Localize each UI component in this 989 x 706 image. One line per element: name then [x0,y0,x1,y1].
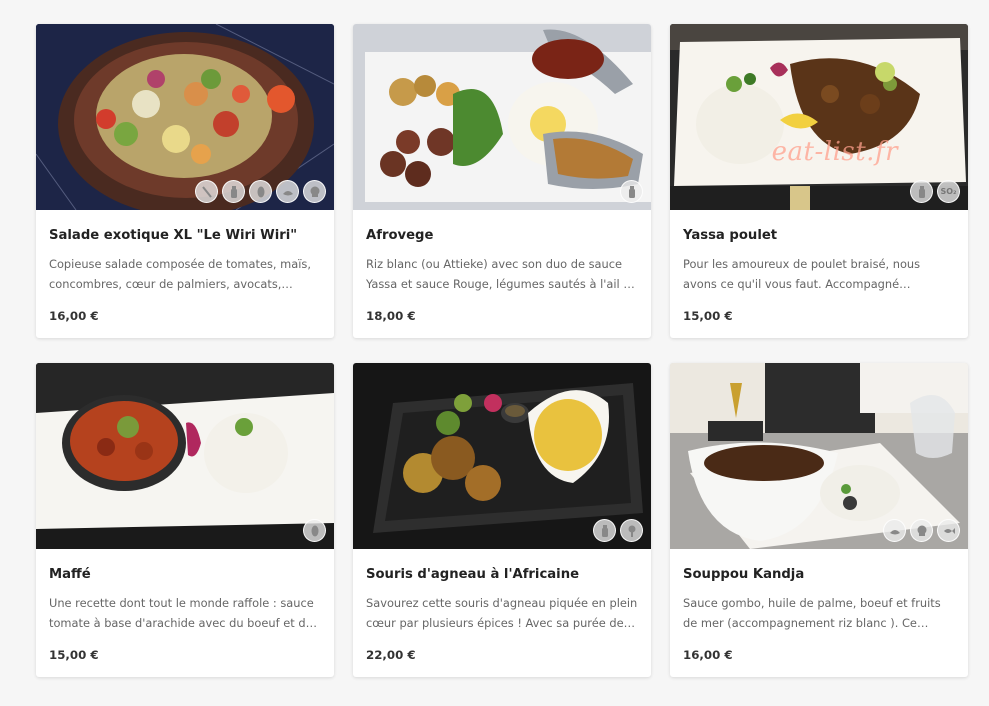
dish-title: Afrovege [366,228,434,243]
fish-icon [937,519,960,542]
bottle-icon [910,180,933,203]
dish-title: Souris d'agneau à l'Africaine [366,567,580,582]
bottle-icon [620,180,643,203]
dish-price: 15,00 € [683,309,733,323]
bottle-icon [593,519,616,542]
dish-price: 16,00 € [49,309,99,323]
so2-icon: SO₂ [937,180,960,203]
allergen-badges [303,519,326,542]
cutlery-icon [195,180,218,203]
dish-title: Yassa poulet [683,228,778,243]
dish-photo [670,363,968,549]
allergen-badges [883,519,960,542]
dish-description: Copieuse salade composée de tomates, maï… [49,257,311,291]
dish-description: Savourez cette souris d'agneau piquée en… [366,596,638,630]
dish-price: 22,00 € [366,648,416,662]
allergen-badges: SO₂ [910,180,960,203]
allergen-badges [195,180,326,203]
dish-card-yassa[interactable]: eat-list.fr SO₂ Yassa poulet Pour les am… [670,24,968,338]
shellfish-icon [276,180,299,203]
chef-hat-icon [303,180,326,203]
peanut-icon [249,180,272,203]
dish-photo [36,363,334,549]
dish-price: 16,00 € [683,648,733,662]
celery-icon [620,519,643,542]
dish-description: Riz blanc (ou Attieke) avec son duo de s… [366,257,635,291]
dish-title: Souppou Kandja [683,567,805,582]
dish-description: Une recette dont tout le monde raffole :… [49,596,319,630]
dish-card-maffe[interactable]: Maffé Une recette dont tout le monde raf… [36,363,334,677]
watermark: eat-list.fr [771,137,898,167]
peanut-icon [303,519,326,542]
dish-photo: eat-list.fr SO₂ [670,24,968,210]
dish-card-souppou-kandja[interactable]: Souppou Kandja Sauce gombo, huile de pal… [670,363,968,677]
bottle-icon [222,180,245,203]
shellfish-icon [883,519,906,542]
dish-price: 18,00 € [366,309,416,323]
allergen-badges [593,519,643,542]
dish-description: Pour les amoureux de poulet braisé, nous… [683,257,921,291]
dish-card-souris-agneau[interactable]: Souris d'agneau à l'Africaine Savourez c… [353,363,651,677]
dish-price: 15,00 € [49,648,99,662]
so2-label: SO₂ [940,187,957,196]
dish-grid: Salade exotique XL "Le Wiri Wiri" Copieu… [36,24,969,677]
dish-card-afrovege[interactable]: Afrovege Riz blanc (ou Attieke) avec son… [353,24,651,338]
dish-card-salade[interactable]: Salade exotique XL "Le Wiri Wiri" Copieu… [36,24,334,338]
chef-hat-icon [910,519,933,542]
allergen-badges [620,180,643,203]
dish-photo [36,24,334,210]
dish-description: Sauce gombo, huile de palme, boeuf et fr… [683,596,941,630]
dish-photo [353,363,651,549]
dish-photo [353,24,651,210]
dish-title: Salade exotique XL "Le Wiri Wiri" [49,228,298,243]
dish-title: Maffé [49,567,91,582]
